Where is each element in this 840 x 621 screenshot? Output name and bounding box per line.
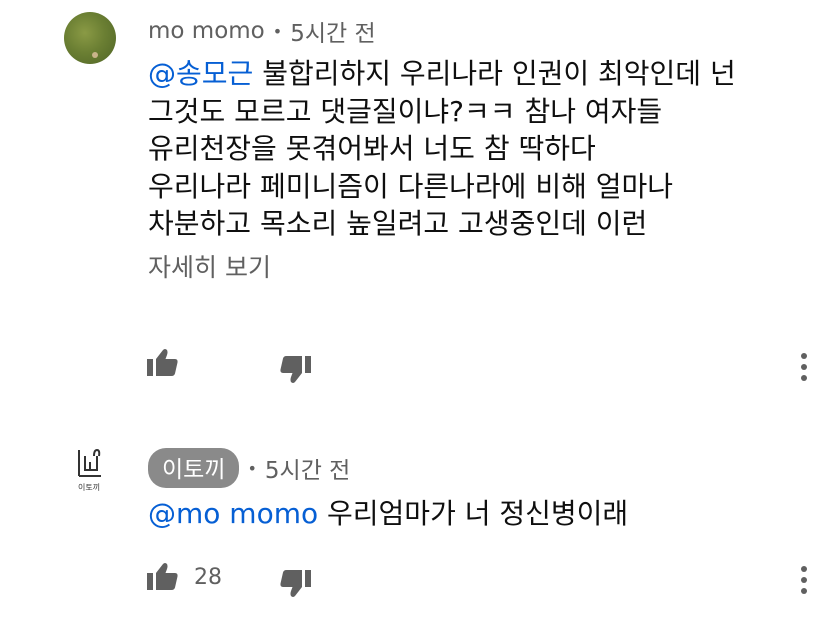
like-button[interactable]: 28 [146,562,222,592]
comment-line-5: 차분하고 목소리 높일려고 고생중인데 이런 [148,207,648,240]
like-button[interactable] [146,348,180,378]
like-count: 28 [194,564,222,590]
separator-dot: • [247,458,257,478]
comment-header: 이토끼 • 5시간 전 [148,448,350,488]
comment-line-3: 유리천장을 못겪어봐서 너도 참 딱하다 [148,132,596,165]
comment-line-1: @송모근 불합리하지 우리나라 인권이 최악인데 넌 [148,57,736,90]
thumbs-up-icon [147,563,178,590]
dislike-button[interactable] [278,354,312,384]
comment-line-4: 우리나라 페미니즘이 다른나라에 비해 얼마나 [148,169,674,203]
mention-link[interactable]: @송모근 [148,57,253,90]
comment-line-2: 그것도 모르고 댓글질이냐?ㅋㅋ 참나 여자들 [148,94,663,128]
comment-header: mo momo • 5시간 전 [148,14,376,48]
more-options-button[interactable] [797,565,811,595]
mention-link[interactable]: @mo momo [148,497,318,530]
grass-photo-avatar[interactable] [64,12,116,64]
dislike-button[interactable] [278,568,312,598]
kebab-menu-icon [801,353,807,381]
author-name[interactable]: mo momo [148,18,265,44]
rabbit-logo-avatar[interactable]: 이토끼 [64,446,116,498]
separator-dot: • [272,21,283,41]
avatar-caption: 이토끼 [78,483,101,492]
thumbs-up-icon [147,349,178,376]
thumbs-down-icon [280,356,311,383]
thumbs-down-icon [280,570,311,597]
timestamp: 5시간 전 [264,458,351,484]
timestamp: 5시간 전 [290,21,376,47]
more-options-button[interactable] [797,352,811,382]
author-chip[interactable]: 이토끼 [148,448,240,488]
comment-body: @mo momo 우리엄마가 너 정신병이래 [148,497,629,530]
comments-page: mo momo • 5시간 전 @송모근 불합리하지 우리나라 인권이 최악인데… [0,0,840,621]
read-more-link[interactable]: 자세히 보기 [148,248,271,284]
comment-body: @송모근 불합리하지 우리나라 인권이 최악인데 넌 그것도 모르고 댓글질이냐… [148,55,736,243]
kebab-menu-icon [801,566,807,594]
